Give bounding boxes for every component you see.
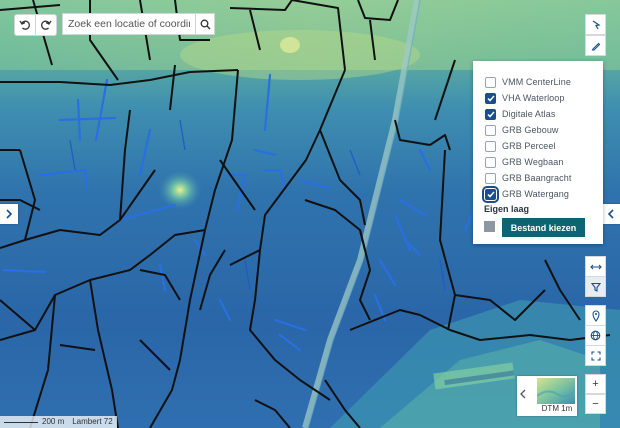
choose-file-button[interactable]: Bestand kiezen [502, 218, 585, 237]
zoom-in-button[interactable]: + [585, 374, 606, 394]
arrows-horizontal-icon [589, 264, 602, 269]
layer-label: VHA Waterloop [502, 93, 565, 103]
location-button[interactable] [585, 305, 606, 326]
layer-panel: VMM CenterLine VHA Waterloop Digitale At… [473, 61, 603, 244]
cursor-icon [592, 20, 601, 29]
layer-checkbox[interactable] [485, 108, 496, 120]
basemap-switcher[interactable]: DTM 1m [517, 376, 577, 416]
checkmark-icon [486, 111, 495, 118]
expand-right-panel-button[interactable] [602, 204, 620, 224]
draw-tool-button[interactable] [585, 35, 606, 56]
layer-vmm-centerline[interactable]: VMM CenterLine [485, 74, 571, 90]
chevron-left-icon[interactable] [519, 388, 527, 400]
own-layer-label: Eigen laag [484, 204, 530, 214]
undo-icon [19, 20, 30, 30]
redo-button[interactable] [35, 14, 57, 36]
redo-icon [41, 20, 52, 30]
filter-button[interactable] [585, 276, 606, 297]
checkmark-icon [486, 191, 495, 198]
fullscreen-icon [590, 350, 601, 361]
zoom-out-button[interactable]: − [585, 394, 606, 414]
layer-vha-waterloop[interactable]: VHA Waterloop [485, 90, 565, 106]
basemap-thumbnail[interactable] [537, 378, 575, 404]
layer-checkbox[interactable] [485, 92, 496, 104]
filter-icon [590, 282, 601, 292]
globe-button[interactable] [585, 325, 606, 346]
chevron-right-icon [6, 209, 13, 219]
layer-grb-watergang[interactable]: GRB Watergang [482, 185, 569, 203]
layer-label: GRB Watergang [502, 189, 569, 199]
search-icon [200, 19, 210, 29]
layer-grb-baangracht[interactable]: GRB Baangracht [485, 170, 571, 186]
undo-button[interactable] [14, 14, 36, 36]
basemap-label: DTM 1m [541, 404, 573, 413]
scale-distance: 200 m [42, 417, 65, 426]
layer-checkbox[interactable] [485, 172, 496, 184]
select-tool-button[interactable] [585, 14, 606, 35]
globe-icon [590, 330, 601, 341]
map-pin-icon [591, 310, 600, 322]
search-input[interactable] [62, 13, 196, 35]
layer-digitale-atlas[interactable]: Digitale Atlas [485, 106, 555, 122]
scale-projection: Lambert 72 [68, 416, 117, 428]
layer-label: GRB Wegbaan [502, 157, 564, 167]
layer-checkbox[interactable] [485, 140, 496, 152]
chevron-left-icon [607, 209, 614, 219]
layer-checkbox[interactable] [485, 76, 496, 88]
layer-label: VMM CenterLine [502, 77, 571, 87]
layer-checkbox[interactable] [485, 124, 496, 136]
layer-label: Digitale Atlas [502, 109, 556, 119]
measure-button[interactable] [585, 256, 606, 277]
layer-label: GRB Gebouw [502, 125, 559, 135]
layer-grb-wegbaan[interactable]: GRB Wegbaan [485, 154, 563, 170]
layer-label: GRB Perceel [502, 141, 556, 151]
scale-bar: 200 m Lambert 72 [0, 416, 117, 428]
layer-grb-gebouw[interactable]: GRB Gebouw [485, 122, 559, 138]
scale-line [4, 421, 38, 423]
layer-label: GRB Baangracht [502, 173, 572, 183]
own-layer-color-swatch[interactable] [484, 221, 495, 232]
layer-checkbox[interactable] [485, 156, 496, 168]
checkmark-icon [486, 95, 495, 102]
fullscreen-button[interactable] [585, 345, 606, 366]
layer-checkbox[interactable] [482, 185, 499, 203]
expand-left-panel-button[interactable] [0, 204, 18, 224]
layer-grb-perceel[interactable]: GRB Perceel [485, 138, 556, 154]
search-button[interactable] [195, 13, 215, 35]
pencil-icon [591, 42, 600, 51]
